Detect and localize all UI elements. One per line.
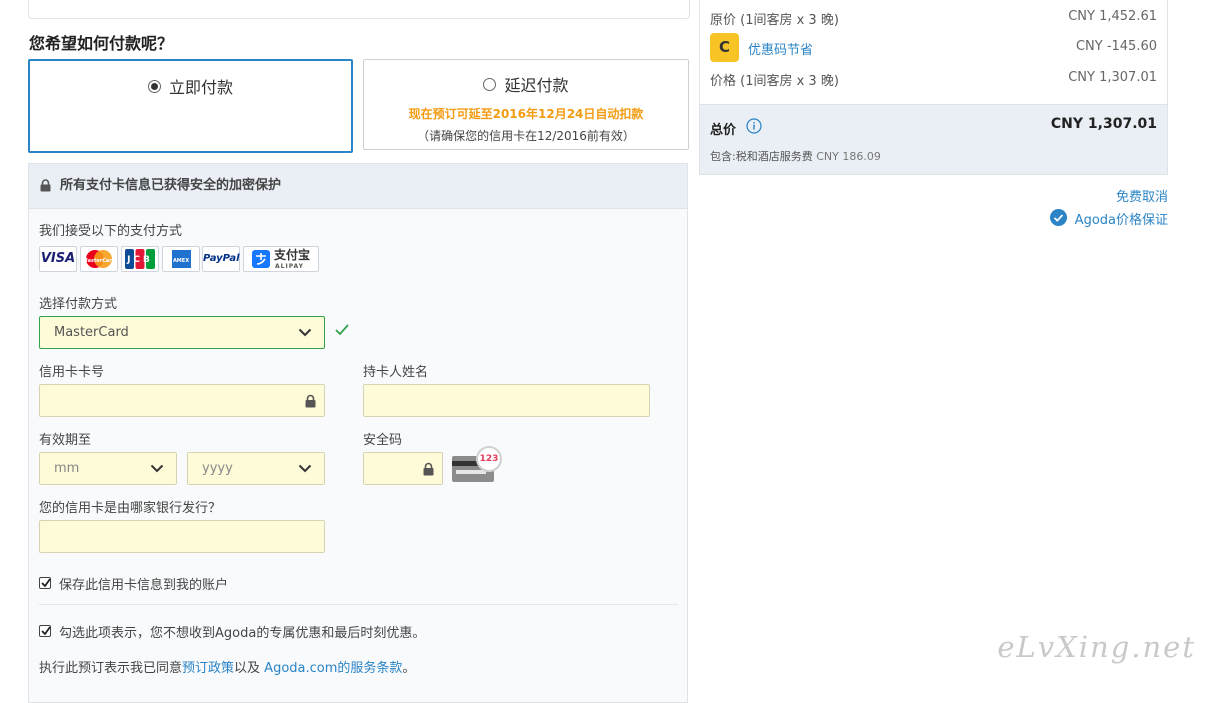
expiry-month-placeholder: mm [54, 461, 80, 476]
coupon-value: CNY -145.60 [1075, 39, 1157, 54]
pay-later-option[interactable]: 延迟付款 现在预订可延至2016年12月24日自动扣款 （请确保您的信用卡在12… [363, 59, 689, 150]
alipay-icon [252, 250, 270, 268]
pay-now-radio[interactable] [147, 80, 161, 93]
original-price-label: 原价 (1间客房 x 3 晚) [710, 13, 839, 28]
lock-icon [423, 462, 434, 476]
coupon-row: 优惠码节省 CNY -145.60 [710, 39, 1157, 58]
expiry-month-select[interactable]: mm [39, 452, 177, 485]
amex-logo: AMEX [162, 246, 200, 272]
save-card-checkbox[interactable] [39, 577, 51, 589]
payment-method-select[interactable]: MasterCard [39, 316, 325, 349]
pay-now-label: 立即付款 [168, 78, 233, 97]
pay-later-sub: （请确保您的信用卡在12/2016前有效） [417, 129, 635, 143]
method-label: 选择付款方式 [39, 297, 118, 312]
alipay-logo: 支付宝 ALIPAY [243, 246, 319, 272]
card-number-label: 信用卡卡号 [39, 365, 105, 380]
opt-out-checkbox[interactable] [39, 625, 51, 637]
watermark-logo: eLvXing.net [997, 630, 1196, 664]
booking-policy-link[interactable]: 预订政策 [182, 661, 234, 676]
included-text: 税和酒店服务费 [735, 150, 813, 163]
pay-later-label: 延迟付款 [504, 76, 569, 95]
free-cancel-link[interactable]: 免费取消 [1116, 186, 1168, 205]
price-guarantee[interactable]: Agoda价格保证 [1049, 209, 1168, 228]
price-value: CNY 1,307.01 [1068, 70, 1157, 85]
price-guarantee-label: Agoda价格保证 [1074, 213, 1168, 228]
chevron-down-icon [298, 464, 312, 473]
mastercard-logo: MasterCard [80, 246, 118, 272]
cvv-hint-card-icon: 123 [452, 446, 506, 484]
included-fees: 包含:税和酒店服务费 CNY 186.09 [710, 148, 881, 164]
opt-out-label: 勾选此项表示，您不想收到Agoda的专属优惠和最后时刻优惠。 [59, 626, 426, 641]
secure-banner: 所有支付卡信息已获得安全的加密保护 [29, 164, 687, 209]
previous-section-card [28, 0, 690, 19]
pay-later-radio[interactable] [483, 78, 497, 91]
original-price-value: CNY 1,452.61 [1068, 9, 1157, 24]
chevron-down-icon [150, 464, 164, 473]
jcb-logo: JCB [121, 246, 159, 272]
accepted-methods-label: 我们接受以下的支付方式 [39, 224, 183, 239]
price-summary: 原价 (1间客房 x 3 晚) CNY 1,452.61 C 优惠码节省 CNY… [699, 0, 1168, 175]
payment-title: 您希望如何付款呢？ [29, 34, 174, 53]
valid-check-icon [335, 324, 349, 336]
included-prefix: 包含: [710, 150, 736, 163]
divider [39, 604, 678, 605]
holder-name-label: 持卡人姓名 [363, 365, 429, 380]
holder-name-input[interactable] [363, 384, 650, 417]
terms-of-service-link[interactable]: Agoda.com的服务条款 [264, 661, 402, 676]
total-label: 总价 [710, 123, 737, 138]
included-value: CNY 186.09 [816, 150, 881, 163]
secure-banner-text: 所有支付卡信息已获得安全的加密保护 [60, 178, 282, 193]
info-icon[interactable] [746, 118, 762, 134]
original-price-row: 原价 (1间客房 x 3 晚) CNY 1,452.61 [710, 9, 1157, 28]
pay-later-note: 现在预订可延至2016年12月24日自动扣款 [408, 107, 644, 121]
chevron-down-icon [298, 328, 312, 337]
visa-logo: VISA [39, 246, 77, 272]
card-number-input[interactable] [39, 384, 325, 417]
verified-check-icon [1049, 209, 1067, 226]
lock-icon [40, 179, 51, 192]
lock-icon [305, 394, 316, 408]
expiry-year-select[interactable]: yyyy [187, 452, 325, 485]
cvv-label: 安全码 [363, 433, 403, 448]
cvv-input[interactable] [363, 452, 443, 485]
save-card-label: 保存此信用卡信息到我的账户 [59, 578, 229, 593]
total-box: 总价 CNY 1,307.01 包含:税和酒店服务费 CNY 186.09 [700, 104, 1167, 174]
cvv-hint-number: 123 [476, 446, 502, 472]
terms-prefix: 执行此预订表示我已同意 [39, 661, 183, 676]
price-row: 价格 (1间客房 x 3 晚) CNY 1,307.01 [710, 70, 1157, 89]
coupon-savings-link[interactable]: 优惠码节省 [748, 43, 813, 58]
price-label: 价格 (1间客房 x 3 晚) [710, 74, 839, 89]
terms-suffix: 。 [402, 661, 416, 676]
bank-input[interactable] [39, 520, 325, 553]
terms-middle: 以及 [234, 661, 265, 676]
bank-label: 您的信用卡是由哪家银行发行？ [39, 501, 222, 516]
expiry-label: 有效期至 [39, 433, 92, 448]
terms-text: 执行此预订表示我已同意预订政策以及 Agoda.com的服务条款。 [39, 657, 415, 676]
total-value: CNY 1,307.01 [1050, 116, 1157, 132]
payment-method-value: MasterCard [54, 325, 129, 340]
paypal-logo: PayPal [202, 246, 240, 272]
expiry-year-placeholder: yyyy [202, 461, 233, 476]
pay-now-option[interactable]: 立即付款 [28, 59, 353, 153]
